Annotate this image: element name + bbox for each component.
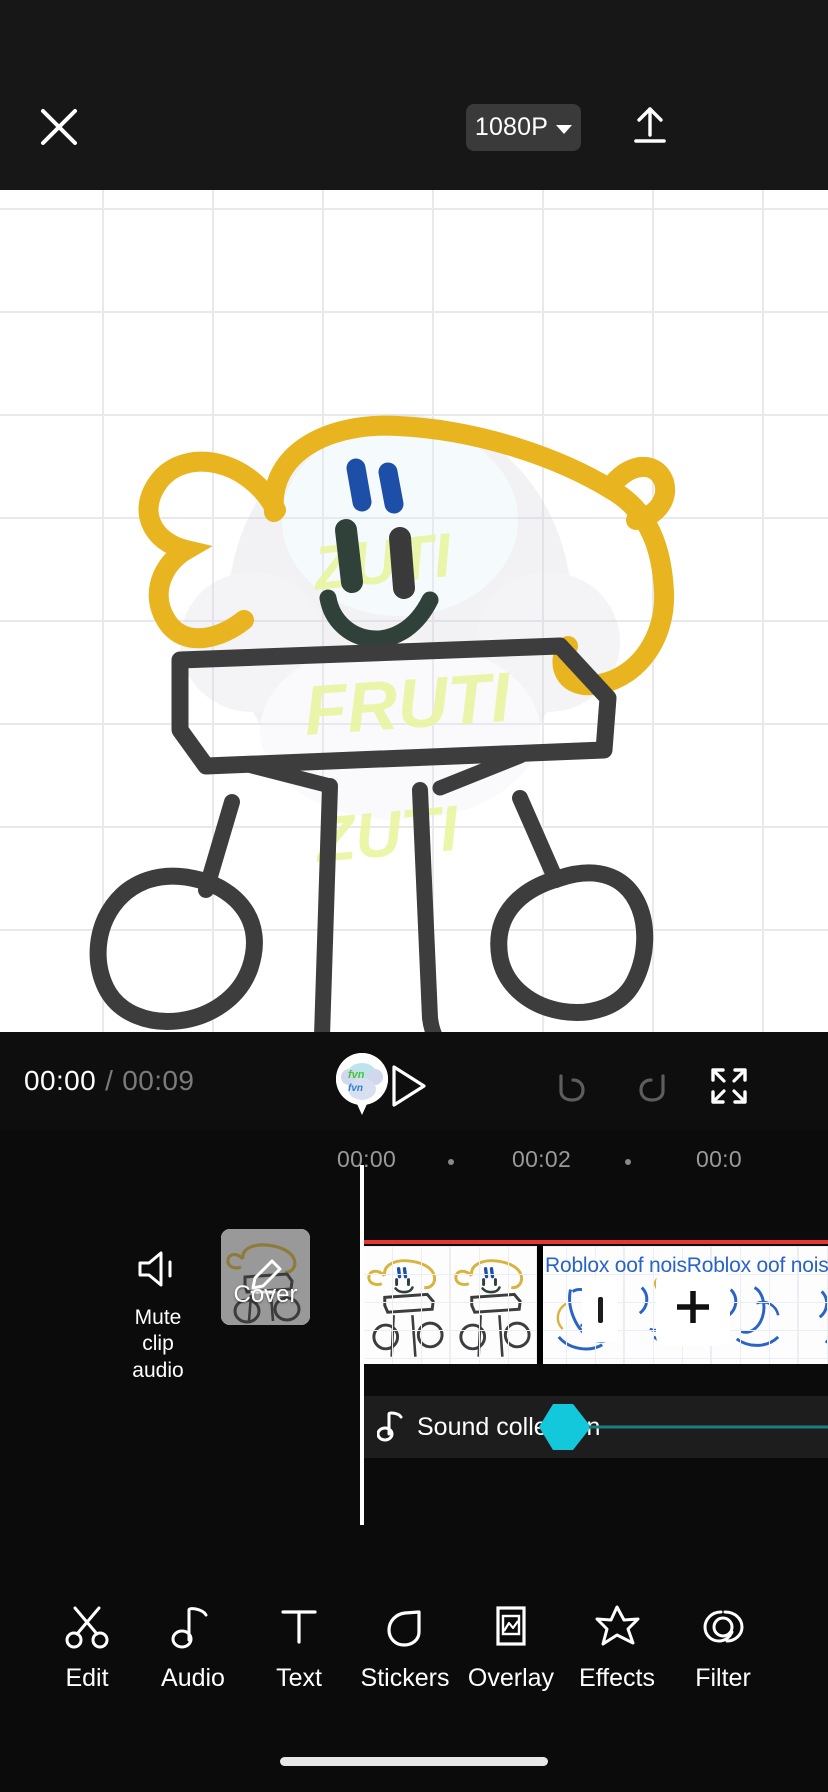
tool-audio[interactable]: Audio [140,1560,246,1693]
ruler-dot [625,1159,631,1165]
playhead-line[interactable] [360,1165,364,1525]
text-t-icon [273,1600,325,1652]
fullscreen-button[interactable] [707,1064,755,1112]
undo-icon [548,1074,596,1116]
mute-label-line1: Mute clip [134,1306,182,1356]
playback-control-bar: 00:00 / 00:09 [0,1032,828,1130]
playhead-thumbnail: fvn fvn [336,1053,388,1105]
close-button[interactable] [30,98,88,156]
clip-frame[interactable] [450,1246,537,1364]
ruler-tick: 00:02 [512,1146,572,1172]
frame-grid [450,1246,536,1364]
close-icon [37,105,81,149]
current-time: 00:00 [24,1065,97,1096]
tool-label: Effects [579,1664,655,1692]
clip-frame[interactable] [363,1246,450,1364]
svg-text:fvn: fvn [348,1069,365,1081]
tool-label: Filter [695,1664,751,1692]
speaker-mute-icon [133,1251,183,1294]
audio-track[interactable]: Sound collection [363,1396,828,1458]
ruler-dot [448,1159,454,1165]
music-note-icon [167,1600,219,1652]
playhead-marker[interactable]: fvn fvn [336,1053,388,1115]
play-icon [387,1063,429,1114]
time-display: 00:00 / 00:09 [24,1065,194,1097]
video-editor-screen: 1080P ZUTI FRUTI ZUTI 00:00 / 00:09 00:0… [0,0,828,1792]
redo-icon [628,1074,676,1116]
tool-filter[interactable]: Filter [670,1560,776,1693]
cover-label: Cover [233,1281,298,1308]
redo-button[interactable] [628,1064,676,1112]
tool-label: Overlay [467,1664,555,1692]
timeline-panel[interactable]: 00:00 00:02 00:0 Mute clip audio Cover R… [0,1130,828,1530]
frame-grid [363,1246,449,1364]
mute-label-line2: audio [132,1358,184,1382]
timeline-ruler[interactable]: 00:00 00:02 00:0 [0,1130,828,1192]
undo-button[interactable] [548,1064,596,1112]
scissors-icon [61,1600,113,1652]
tool-edit[interactable]: Edit [34,1560,140,1693]
cover-button[interactable]: Cover [221,1229,310,1325]
bottom-toolbar: Edit Audio Text Stickers Overlay Effects… [0,1560,828,1730]
drawing-artwork: ZUTI FRUTI ZUTI [89,414,676,1032]
effects-star-icon [591,1600,643,1652]
plus-icon [672,1286,714,1333]
tool-label: Stickers [360,1664,450,1692]
ruler-tick: 00:0 [696,1146,742,1172]
split-handle[interactable] [582,1278,618,1342]
split-handle-icon [597,1297,603,1323]
clip-divider [537,1246,543,1364]
tool-overlay[interactable]: Overlay [458,1560,564,1693]
resolution-selector[interactable]: 1080P [466,104,581,151]
filter-circles-icon [697,1600,749,1652]
chevron-down-icon [556,124,573,134]
resolution-label: 1080P [474,113,549,141]
top-bar: 1080P [0,0,828,190]
tool-label: Edit [65,1664,109,1692]
svg-text:fvn: fvn [348,1083,363,1094]
mute-clip-audio-label: Mute clip audio [120,1305,196,1384]
export-button[interactable] [622,100,678,156]
home-indicator [280,1757,548,1766]
audio-waveform [539,1404,828,1450]
export-upload-icon [628,104,672,153]
overlay-picture-icon [485,1600,537,1652]
sticker-droplet-icon [379,1600,431,1652]
total-time: 00:09 [122,1065,195,1096]
tool-text[interactable]: Text [246,1560,352,1693]
tool-label: Text [276,1664,322,1692]
ruler-tick: 00:00 [337,1146,397,1172]
add-clip-button[interactable] [656,1272,730,1346]
fullscreen-icon [707,1068,751,1112]
svg-text:FRUTI: FRUTI [302,658,515,750]
music-note-icon [376,1408,407,1447]
time-separator: / [105,1065,114,1096]
tool-effects[interactable]: Effects [564,1560,670,1693]
mute-clip-audio-button[interactable]: Mute clip audio [120,1248,196,1384]
tool-label: Audio [161,1664,225,1692]
clip-track[interactable]: Roblox oof noisRoblox oof noisRo [363,1242,828,1364]
tool-stickers[interactable]: Stickers [352,1560,458,1693]
video-preview-canvas[interactable]: ZUTI FRUTI ZUTI [0,190,828,1032]
play-button[interactable] [382,1062,434,1114]
